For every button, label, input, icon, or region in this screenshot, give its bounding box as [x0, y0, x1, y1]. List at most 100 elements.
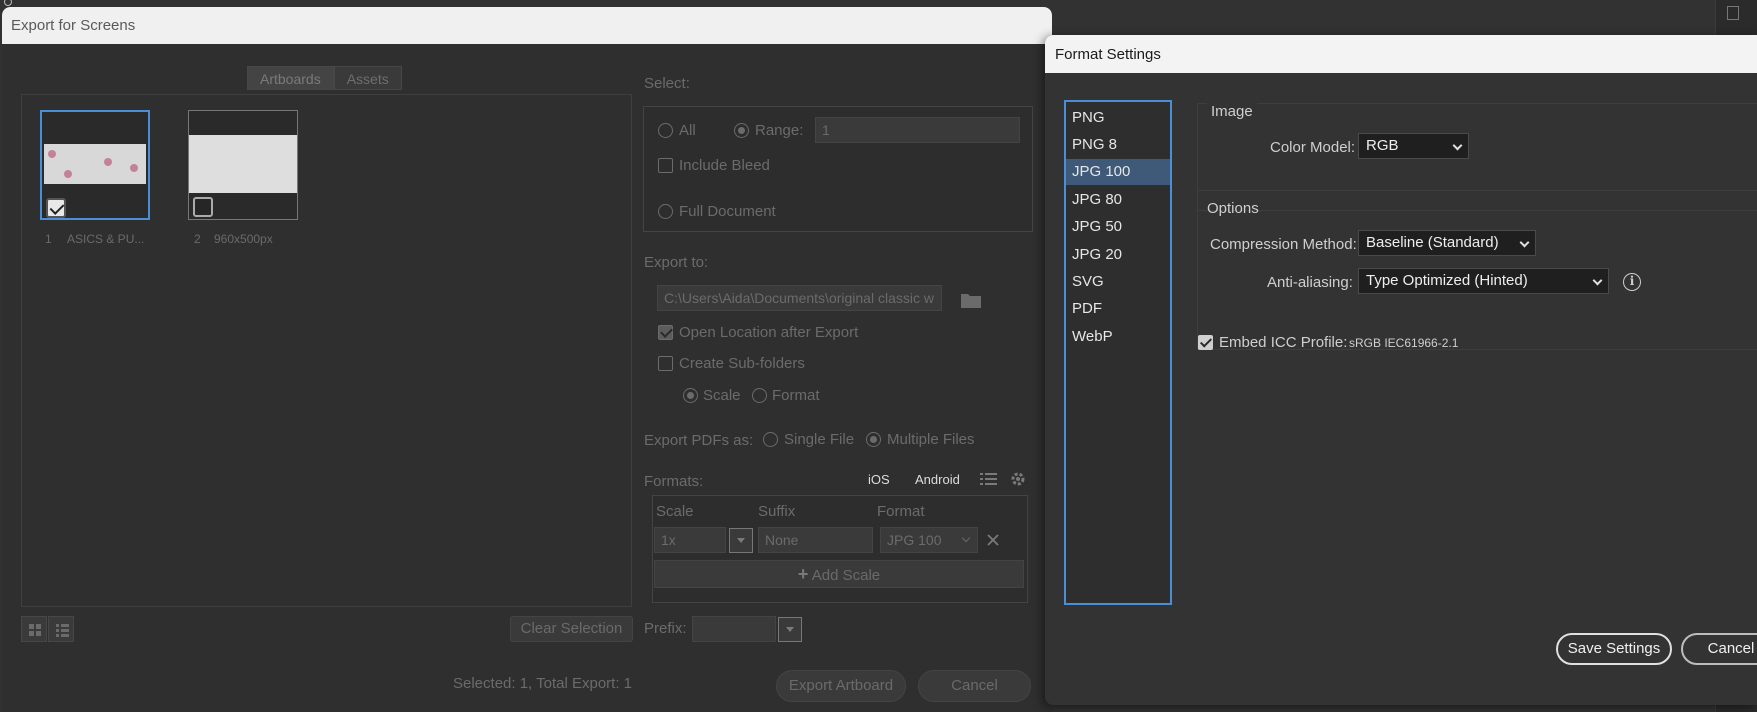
title-bar[interactable]: Format Settings	[1045, 35, 1757, 73]
column-header-suffix: Suffix	[758, 503, 796, 520]
list-view-icon	[56, 624, 69, 637]
gear-icon[interactable]	[1009, 470, 1027, 488]
ios-preset-button[interactable]: iOS	[868, 472, 890, 487]
prefix-label: Prefix:	[644, 620, 687, 637]
title-bar[interactable]: Export for Screens	[2, 7, 1052, 44]
suffix-input[interactable]: None	[758, 527, 873, 553]
chevron-down-icon	[961, 533, 971, 543]
subfolder-format-label: Format	[772, 387, 820, 404]
export-pdfs-label: Export PDFs as:	[644, 432, 754, 449]
dialog-title: Export for Screens	[11, 17, 136, 34]
remove-scale-icon[interactable]	[985, 532, 1001, 548]
list-icon[interactable]	[980, 471, 998, 487]
create-subfolders-checkbox[interactable]	[658, 356, 673, 371]
select-label: Select:	[644, 75, 690, 92]
color-model-dropdown[interactable]: RGB	[1358, 133, 1469, 159]
grid-view-icon	[29, 624, 41, 636]
select-range-radio[interactable]	[734, 123, 749, 138]
format-item-png8[interactable]: PNG 8	[1066, 132, 1170, 158]
tab-artboards[interactable]: Artboards	[247, 66, 334, 90]
embed-icc-checkbox[interactable]	[1198, 335, 1213, 350]
options-heading: Options	[1207, 200, 1259, 217]
panel-icon[interactable]	[1727, 6, 1739, 20]
format-item-svg[interactable]: SVG	[1066, 269, 1170, 295]
chevron-down-icon	[1452, 140, 1463, 151]
artwork-detail	[48, 150, 56, 158]
format-item-png[interactable]: PNG	[1066, 105, 1170, 131]
compression-method-value: Baseline (Standard)	[1366, 234, 1499, 251]
anti-aliasing-dropdown[interactable]: Type Optimized (Hinted)	[1358, 268, 1609, 294]
open-location-label: Open Location after Export	[679, 324, 859, 341]
artboard-thumbnail-1[interactable]	[40, 110, 150, 220]
scale-input[interactable]: 1x	[654, 527, 726, 553]
include-bleed-checkbox[interactable]	[658, 158, 673, 173]
add-scale-label: Add Scale	[811, 567, 881, 584]
export-artboard-button[interactable]: Export Artboard	[776, 670, 906, 702]
format-item-jpg20[interactable]: JPG 20	[1066, 242, 1170, 268]
clear-selection-button[interactable]: Clear Selection	[510, 616, 633, 642]
subfolder-format-radio[interactable]	[752, 388, 767, 403]
export-to-label: Export to:	[644, 254, 709, 271]
multiple-files-radio[interactable]	[866, 432, 881, 447]
folder-icon[interactable]	[960, 291, 982, 309]
chevron-down-icon	[786, 627, 794, 632]
anti-aliasing-label: Anti-aliasing:	[1267, 274, 1353, 291]
subfolder-scale-label: Scale	[703, 387, 741, 404]
artboard-thumbnail-2[interactable]	[188, 110, 298, 220]
column-header-scale: Scale	[656, 503, 694, 520]
select-all-radio[interactable]	[658, 123, 673, 138]
image-heading: Image	[1207, 103, 1257, 120]
format-item-jpg100[interactable]: JPG 100	[1066, 159, 1170, 185]
grid-view-button[interactable]	[21, 616, 47, 642]
artboard-checkbox-1[interactable]	[46, 198, 66, 218]
cancel-button[interactable]: Cancel	[1681, 633, 1757, 665]
cancel-export-button[interactable]: Cancel	[918, 670, 1031, 702]
full-document-label: Full Document	[679, 203, 776, 220]
subfolder-scale-radio[interactable]	[683, 388, 698, 403]
artboard-number-1: 1	[45, 232, 52, 246]
format-list: PNG PNG 8 JPG 100 JPG 80 JPG 50 JPG 20 S…	[1064, 100, 1172, 605]
prefix-input[interactable]	[692, 616, 776, 642]
artwork-detail	[130, 164, 138, 172]
info-icon[interactable]: i	[1623, 273, 1641, 291]
artwork-detail	[64, 170, 72, 178]
chevron-down-icon	[1519, 237, 1530, 248]
artboard-checkbox-2[interactable]	[193, 197, 213, 217]
format-dropdown-value: JPG 100	[887, 532, 942, 548]
format-settings-dialog: Format Settings PNG PNG 8 JPG 100 JPG 80…	[1045, 35, 1757, 705]
format-dropdown[interactable]: JPG 100	[880, 527, 978, 553]
asset-tabs: Artboards Assets	[247, 66, 402, 90]
add-scale-button[interactable]: + Add Scale	[654, 560, 1024, 588]
single-file-label: Single File	[784, 431, 855, 448]
formats-label: Formats:	[644, 473, 704, 490]
tab-assets[interactable]: Assets	[333, 66, 402, 90]
open-location-checkbox[interactable]	[658, 325, 673, 340]
create-subfolders-label: Create Sub-folders	[679, 355, 805, 372]
full-document-radio[interactable]	[658, 204, 673, 219]
single-file-radio[interactable]	[763, 432, 778, 447]
list-view-button[interactable]	[48, 616, 74, 642]
range-label: Range:	[755, 122, 804, 139]
chevron-down-icon	[737, 538, 745, 543]
color-model-value: RGB	[1366, 137, 1399, 154]
export-path-field[interactable]: C:\Users\Aida\Documents\original classic…	[657, 285, 942, 311]
save-settings-button[interactable]: Save Settings	[1556, 633, 1672, 665]
format-item-jpg80[interactable]: JPG 80	[1066, 187, 1170, 213]
android-preset-button[interactable]: Android	[915, 472, 960, 487]
anti-aliasing-value: Type Optimized (Hinted)	[1366, 272, 1528, 289]
column-header-format: Format	[877, 503, 925, 520]
artboard-name-2: 960x500px	[214, 232, 273, 246]
artboard-name-1: ASICS & PU...	[67, 232, 145, 246]
artboard-artwork	[44, 144, 146, 184]
range-input[interactable]: 1	[815, 117, 1020, 143]
format-item-pdf[interactable]: PDF	[1066, 296, 1170, 322]
select-all-label: All	[679, 122, 696, 139]
compression-method-dropdown[interactable]: Baseline (Standard)	[1358, 230, 1536, 256]
artboard-number-2: 2	[194, 232, 201, 246]
scale-dropdown-button[interactable]	[729, 528, 753, 553]
prefix-dropdown-button[interactable]	[778, 617, 802, 642]
format-item-webp[interactable]: WebP	[1066, 324, 1170, 350]
multiple-files-label: Multiple Files	[887, 431, 975, 448]
format-item-jpg50[interactable]: JPG 50	[1066, 214, 1170, 240]
artboard-artwork	[189, 135, 297, 193]
